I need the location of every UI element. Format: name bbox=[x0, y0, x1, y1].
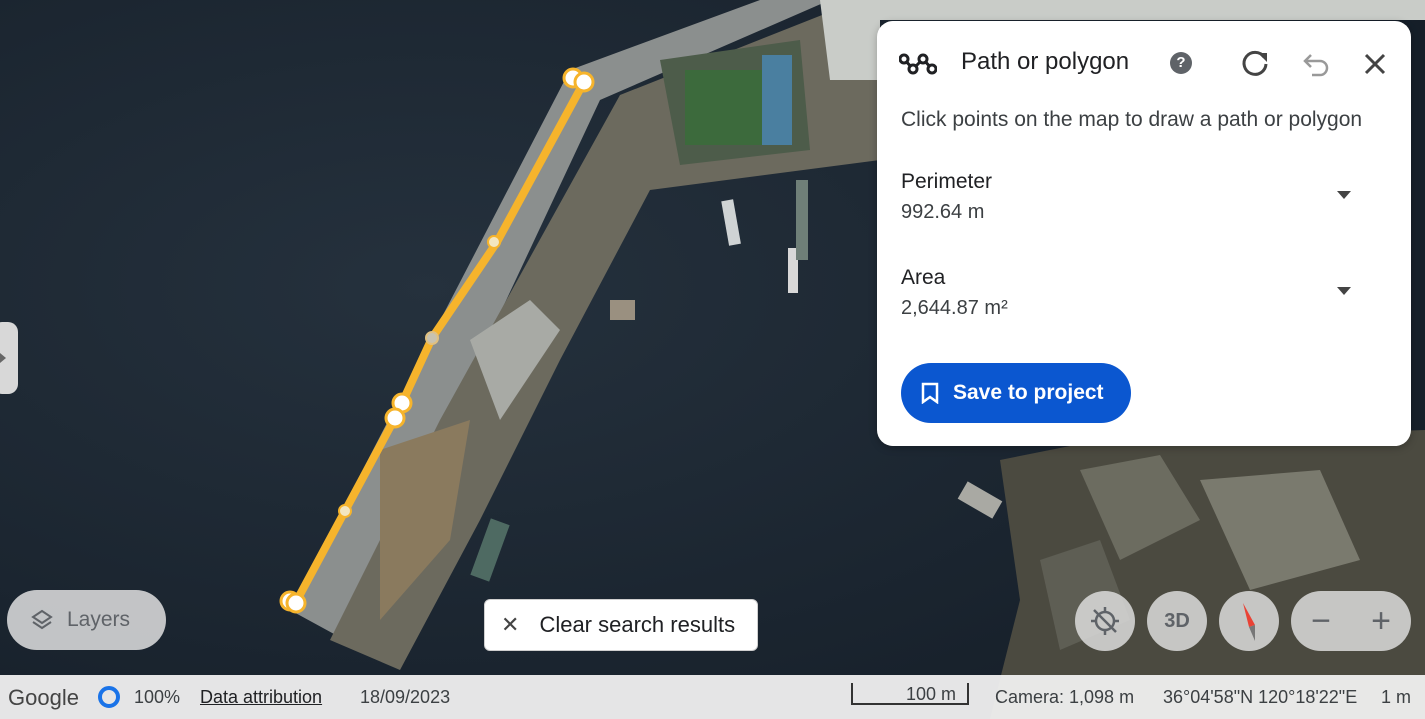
scale-label: 100 m bbox=[906, 684, 957, 704]
camera-altitude: Camera: 1,098 m bbox=[995, 687, 1135, 707]
refresh-icon[interactable] bbox=[1238, 47, 1272, 81]
path-midpoint[interactable] bbox=[487, 235, 501, 249]
path-vertex[interactable] bbox=[285, 592, 307, 614]
path-midpoint[interactable] bbox=[425, 331, 439, 345]
save-button-label: Save to project bbox=[953, 381, 1104, 404]
undo-icon[interactable] bbox=[1298, 47, 1332, 81]
help-icon[interactable]: ? bbox=[1170, 52, 1192, 74]
close-icon[interactable] bbox=[1358, 47, 1392, 81]
measure-panel: Path or polygon ? Click points on the ma… bbox=[877, 21, 1411, 446]
compass-icon bbox=[1243, 603, 1255, 641]
clear-search-label: Clear search results bbox=[539, 612, 736, 637]
path-vertex[interactable] bbox=[384, 407, 406, 429]
clear-search-results-button[interactable]: ✕ Clear search results bbox=[484, 599, 758, 651]
side-panel-toggle[interactable] bbox=[0, 322, 18, 394]
load-percent: 100% bbox=[134, 687, 181, 707]
loading-ring-icon bbox=[98, 686, 120, 708]
layers-button[interactable]: Layers bbox=[7, 590, 166, 650]
area-value: 2,644.87 m² bbox=[901, 297, 1008, 319]
bookmark-icon bbox=[921, 382, 939, 404]
imagery-date: 18/09/2023 bbox=[360, 687, 451, 707]
compass-button[interactable] bbox=[1219, 591, 1279, 651]
layers-label: Layers bbox=[67, 608, 131, 631]
data-attribution-link[interactable]: Data attribution bbox=[200, 687, 322, 708]
perimeter-value: 992.64 m bbox=[901, 201, 985, 223]
close-icon: ✕ bbox=[501, 612, 520, 637]
location-off-icon bbox=[1091, 607, 1119, 635]
coordinates: 36°04'58"N 120°18'22"E bbox=[1163, 687, 1358, 707]
area-unit-dropdown[interactable] bbox=[1337, 287, 1351, 295]
area-label: Area bbox=[901, 266, 946, 289]
layers-icon bbox=[31, 609, 53, 630]
zoom-controls: − + bbox=[1291, 591, 1411, 651]
panel-instruction: Click points on the map to draw a path o… bbox=[901, 108, 1363, 131]
path-icon bbox=[899, 53, 937, 75]
panel-title: Path or polygon bbox=[961, 48, 1130, 75]
location-button[interactable] bbox=[1075, 591, 1135, 651]
perimeter-unit-dropdown[interactable] bbox=[1337, 191, 1351, 199]
path-midpoint[interactable] bbox=[338, 504, 352, 518]
save-to-project-button[interactable]: Save to project bbox=[901, 363, 1131, 423]
3d-toggle-button[interactable]: 3D bbox=[1147, 591, 1207, 651]
path-vertex[interactable] bbox=[573, 71, 595, 93]
zoom-out-icon[interactable]: − bbox=[1311, 602, 1331, 641]
perimeter-label: Perimeter bbox=[901, 170, 993, 193]
zoom-in-icon[interactable]: + bbox=[1371, 602, 1391, 641]
resolution: 1 m bbox=[1381, 687, 1412, 707]
status-bar: Google 100% Data attribution 18/09/2023 … bbox=[0, 675, 1425, 719]
google-logo: Google bbox=[8, 685, 79, 710]
